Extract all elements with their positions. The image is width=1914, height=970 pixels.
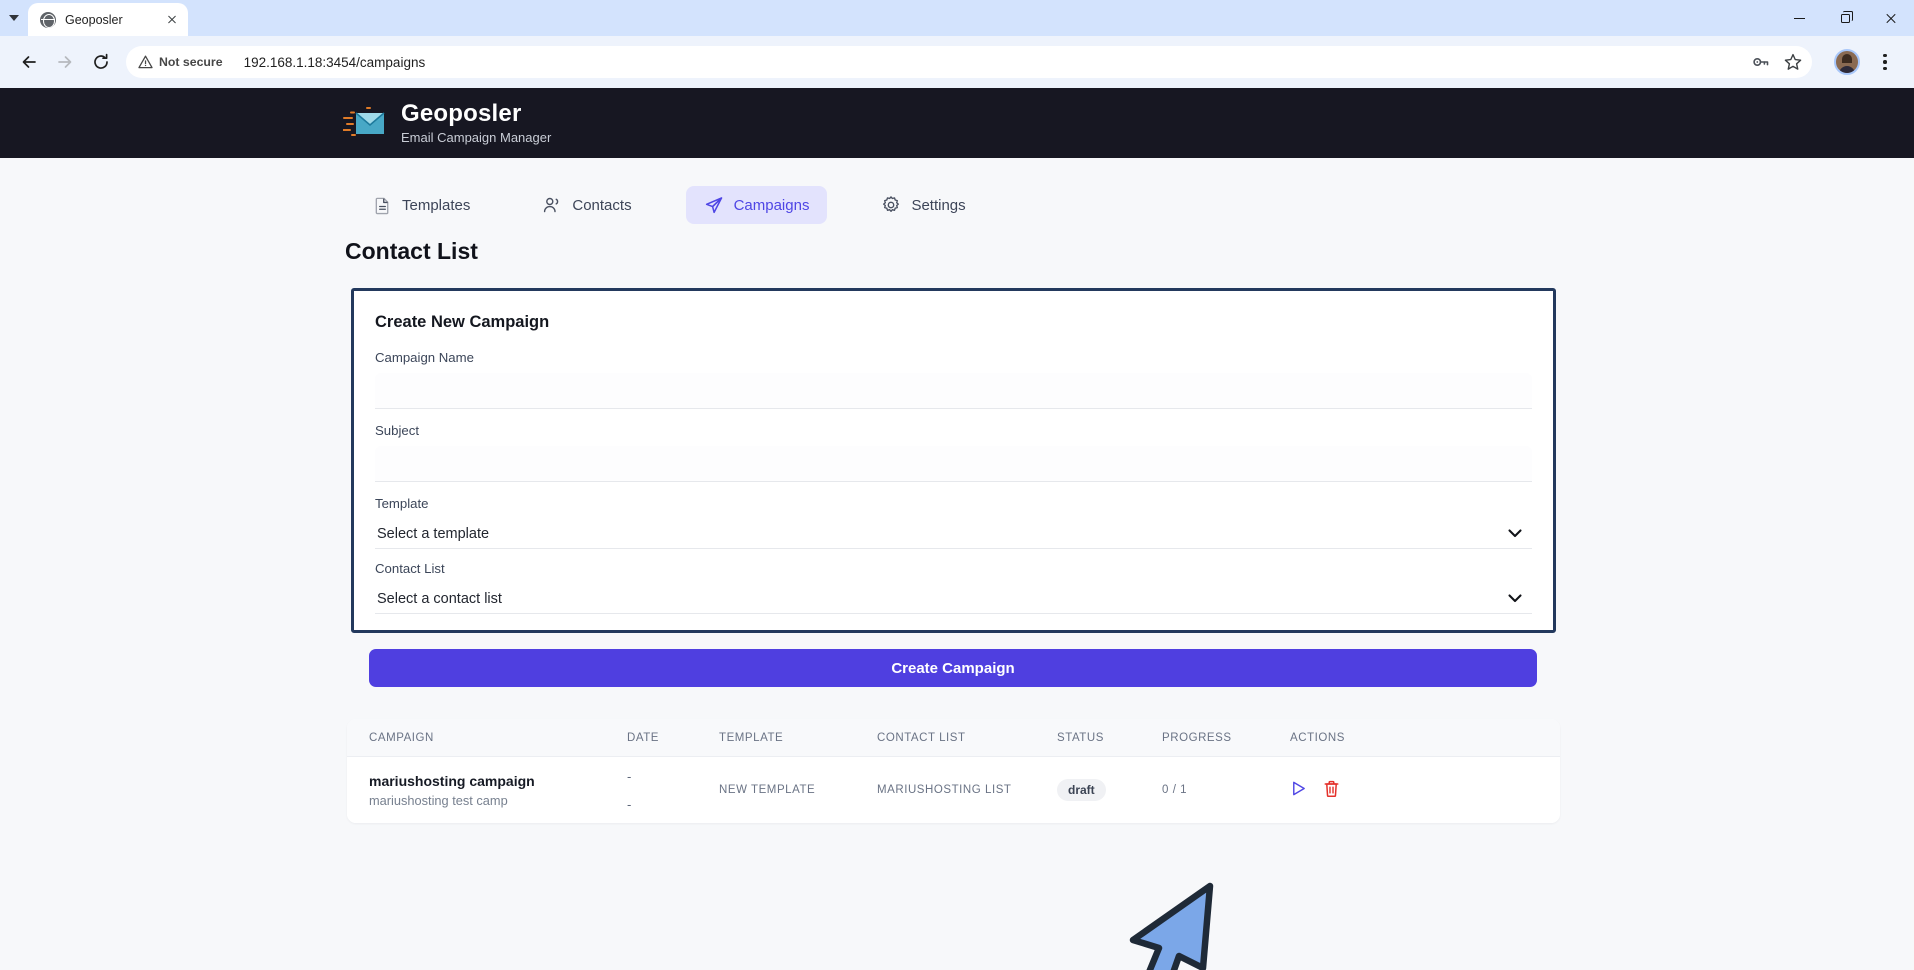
tab-campaigns-label: Campaigns: [733, 196, 810, 214]
campaign-name-input[interactable]: [375, 373, 1532, 409]
address-bar[interactable]: Not secure 192.168.1.18:3454/campaigns: [126, 46, 1812, 78]
cell-status: draft: [1057, 779, 1162, 801]
header-status: STATUS: [1057, 731, 1104, 744]
tab-templates-label: Templates: [402, 196, 471, 214]
header-actions: ACTIONS: [1290, 731, 1345, 744]
back-arrow-icon: [22, 56, 36, 68]
brand-title: Geoposler: [401, 99, 522, 127]
header-contact-list: CONTACT LIST: [877, 731, 966, 744]
security-label: Not secure: [159, 55, 223, 69]
subject-input[interactable]: [375, 446, 1532, 482]
template-select-value: Select a template: [377, 525, 490, 542]
browser-tab[interactable]: Geoposler: [28, 3, 188, 36]
brand: Geoposler Email Campaign Manager: [342, 99, 552, 146]
gear-icon: [881, 195, 901, 215]
globe-icon: [40, 11, 56, 28]
chevron-down-icon: [9, 15, 19, 21]
date-bottom: -: [627, 796, 632, 812]
campaign-subtitle: mariushosting test camp: [369, 792, 508, 808]
date-top: -: [627, 768, 632, 784]
cell-date: - -: [627, 769, 719, 812]
close-icon[interactable]: [164, 12, 180, 28]
page-content: Geoposler Email Campaign Manager Templat…: [0, 88, 1914, 970]
tab-search-button[interactable]: [0, 0, 28, 36]
create-campaign-title: Create New Campaign: [375, 313, 550, 331]
header-campaign: CAMPAIGN: [369, 731, 434, 744]
campaigns-table: CAMPAIGN DATE TEMPLATE CONTACT LIST STAT…: [347, 719, 1560, 823]
tab-settings[interactable]: Settings: [863, 186, 983, 224]
main-nav: Templates Contacts Campaigns Settings: [355, 158, 1914, 232]
contact-list-label: Contact List: [375, 561, 445, 576]
forward-arrow-icon: [58, 56, 72, 68]
minimize-icon: [1793, 17, 1805, 19]
subject-label: Subject: [375, 423, 419, 438]
window-controls: [1776, 0, 1914, 36]
campaign-name-label: Campaign Name: [375, 350, 474, 365]
cell-progress: 0 / 1: [1162, 784, 1188, 796]
url-text: 192.168.1.18:3454/campaigns: [243, 54, 426, 70]
template-select[interactable]: Select a template: [375, 519, 1532, 549]
tab-campaigns[interactable]: Campaigns: [685, 186, 828, 224]
tab-title: Geoposler: [65, 12, 123, 27]
chevron-down-icon: [1508, 591, 1522, 607]
chevron-down-icon: [1508, 526, 1522, 542]
template-label: Template: [375, 496, 429, 511]
tab-contacts-label: Contacts: [572, 196, 632, 214]
run-icon[interactable]: [1290, 780, 1307, 800]
status-badge: draft: [1057, 779, 1106, 801]
close-window-button[interactable]: [1868, 0, 1914, 36]
warning-triangle-icon: [138, 55, 153, 69]
cell-actions: [1290, 780, 1450, 801]
bookmark-button[interactable]: [1778, 47, 1808, 77]
forward-button[interactable]: [48, 45, 82, 79]
header-template: TEMPLATE: [719, 731, 784, 744]
delete-icon[interactable]: [1323, 780, 1340, 801]
create-campaign-button[interactable]: Create Campaign: [369, 649, 1537, 687]
campaign-name: mariushosting campaign: [369, 772, 535, 789]
star-icon: [1784, 53, 1802, 70]
close-window-icon: [1885, 12, 1897, 24]
table-row[interactable]: mariushosting campaign mariushosting tes…: [347, 757, 1560, 823]
create-campaign-panel: Create New Campaign Campaign Name Subjec…: [351, 288, 1556, 633]
contact-list-select[interactable]: Select a contact list: [375, 584, 1532, 614]
header-progress: PROGRESS: [1162, 731, 1232, 744]
minimize-button[interactable]: [1776, 0, 1822, 36]
password-manager-button[interactable]: [1746, 47, 1776, 77]
reload-button[interactable]: [84, 45, 118, 79]
tab-settings-label: Settings: [911, 196, 966, 214]
document-icon: [373, 196, 392, 215]
kebab-menu-icon[interactable]: [1870, 47, 1900, 77]
mouse-pointer-icon: [1115, 878, 1225, 970]
cell-template: New Template: [719, 784, 816, 796]
key-icon: [1753, 58, 1769, 67]
back-button[interactable]: [12, 45, 46, 79]
brand-subtitle: Email Campaign Manager: [401, 130, 552, 146]
browser-toolbar: Not secure 192.168.1.18:3454/campaigns: [0, 36, 1914, 88]
reload-icon: [94, 53, 108, 69]
header-date: DATE: [627, 731, 660, 744]
cell-campaign: mariushosting campaign mariushosting tes…: [347, 773, 627, 808]
paper-plane-icon: [704, 195, 724, 215]
tab-templates[interactable]: Templates: [355, 187, 488, 224]
table-header-row: CAMPAIGN DATE TEMPLATE CONTACT LIST STAT…: [347, 719, 1560, 757]
page-title: Contact List: [345, 238, 478, 264]
browser-tab-strip: Geoposler: [0, 0, 1914, 36]
maximize-icon: [1840, 11, 1853, 23]
flying-envelope-icon: [342, 106, 387, 140]
maximize-button[interactable]: [1822, 0, 1868, 36]
cell-contact-list: mariushosting list: [877, 784, 1012, 796]
avatar[interactable]: [1834, 49, 1860, 75]
contact-list-select-value: Select a contact list: [377, 590, 502, 607]
security-indicator[interactable]: Not secure: [138, 55, 230, 69]
users-icon: [542, 195, 562, 215]
tab-contacts[interactable]: Contacts: [524, 186, 649, 224]
app-header: Geoposler Email Campaign Manager: [0, 88, 1914, 158]
